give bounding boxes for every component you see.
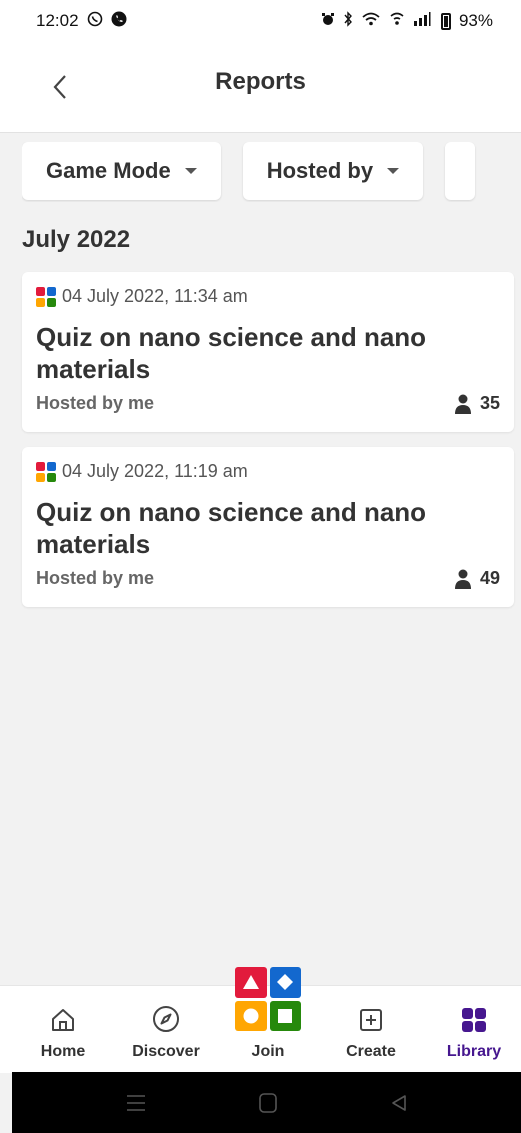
player-count: 49 xyxy=(454,568,500,589)
game-mode-icon xyxy=(36,461,56,482)
report-card[interactable]: 04 July 2022, 11:19 am Quiz on nano scie… xyxy=(22,447,514,607)
report-title: Quiz on nano science and nano materials xyxy=(36,322,427,384)
system-navigation-bar xyxy=(12,1072,521,1133)
nav-label: Home xyxy=(40,1043,86,1060)
battery-icon xyxy=(440,12,451,30)
alarm-icon xyxy=(321,11,335,31)
triangle-tile xyxy=(235,967,267,998)
home-button-icon[interactable] xyxy=(257,1092,279,1114)
diamond-tile xyxy=(269,967,301,998)
status-time: 12:02 xyxy=(36,11,79,30)
game-mode-icon xyxy=(36,286,56,307)
kahoot-shapes-icon[interactable] xyxy=(235,967,301,1031)
signal-icon xyxy=(413,11,433,31)
nav-home[interactable]: Home xyxy=(18,986,108,1073)
report-card[interactable]: 04 July 2022, 11:34 am Quiz on nano scie… xyxy=(22,272,514,432)
nav-label: Library xyxy=(446,1043,502,1060)
nav-create[interactable]: Create xyxy=(326,986,416,1073)
circle-tile xyxy=(235,1000,267,1031)
filter-bar: Game Mode Hosted by xyxy=(22,142,521,202)
report-footer: Hosted by me 35 xyxy=(36,393,500,414)
report-date-row: 04 July 2022, 11:34 am xyxy=(36,286,500,307)
caret-down-icon xyxy=(387,168,400,174)
person-icon xyxy=(454,394,471,414)
filter-label: Game Mode xyxy=(46,158,171,183)
nav-label: Join xyxy=(251,1043,285,1060)
person-icon xyxy=(454,569,471,589)
wifi-icon xyxy=(361,11,381,32)
month-heading: July 2022 xyxy=(22,226,131,253)
app-header: Reports xyxy=(0,42,521,133)
player-count-value: 49 xyxy=(479,568,500,588)
grid-icon xyxy=(462,1008,486,1032)
nav-label: Discover xyxy=(132,1043,200,1060)
battery-level: 93% xyxy=(458,11,493,30)
bluetooth-icon xyxy=(343,10,353,32)
phone-icon xyxy=(111,11,127,32)
square-tile xyxy=(269,1000,301,1031)
plus-square-icon xyxy=(360,1009,382,1031)
nav-discover[interactable]: Discover xyxy=(121,986,211,1073)
whatsapp-icon xyxy=(87,11,103,32)
nav-library[interactable]: Library xyxy=(429,986,519,1073)
player-count: 35 xyxy=(454,393,500,414)
filter-game-mode[interactable]: Game Mode xyxy=(22,142,221,200)
report-footer: Hosted by me 49 xyxy=(36,568,500,589)
nav-label: Create xyxy=(346,1043,396,1060)
back-triangle-icon[interactable] xyxy=(389,1093,409,1113)
player-count-value: 35 xyxy=(479,393,500,413)
compass-icon xyxy=(153,1006,179,1032)
hosted-by-label: Hosted by me xyxy=(36,568,155,588)
recent-apps-icon[interactable] xyxy=(125,1093,147,1113)
home-icon xyxy=(52,1009,74,1031)
report-date: 04 July 2022, 11:34 am xyxy=(62,286,248,306)
filter-hosted-by[interactable]: Hosted by xyxy=(242,142,424,200)
filter-label: Hosted by xyxy=(266,158,374,183)
hosted-by-label: Hosted by me xyxy=(36,393,155,413)
caret-down-icon xyxy=(184,168,197,174)
filter-more[interactable] xyxy=(445,142,476,200)
wifi-calling-icon xyxy=(389,11,405,32)
report-title: Quiz on nano science and nano materials xyxy=(36,497,427,559)
report-date: 04 July 2022, 11:19 am xyxy=(62,461,248,481)
page-title: Reports xyxy=(215,68,306,95)
status-bar: 12:02 93% xyxy=(0,0,521,42)
report-date-row: 04 July 2022, 11:19 am xyxy=(36,461,500,482)
